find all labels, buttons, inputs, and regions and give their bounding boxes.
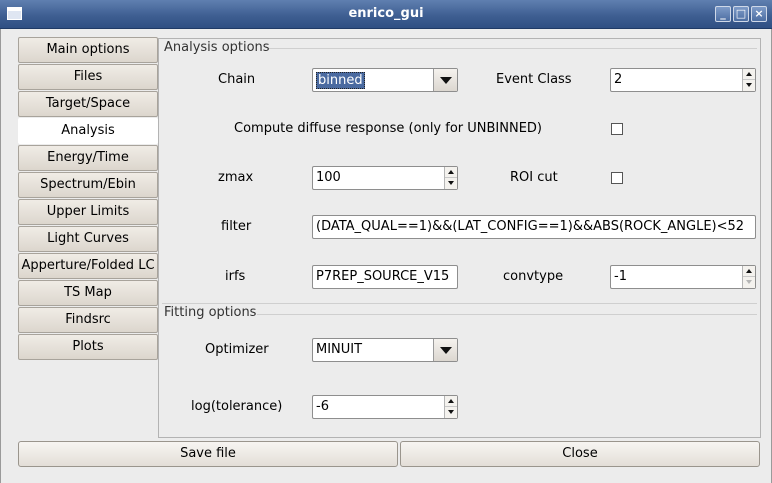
chevron-down-icon[interactable] bbox=[433, 69, 457, 91]
zmax-value: 100 bbox=[316, 170, 341, 185]
spin-up-icon[interactable] bbox=[445, 167, 457, 178]
analysis-panel: Analysis options Chain binned Event Clas… bbox=[158, 38, 761, 438]
close-button[interactable]: Close bbox=[400, 441, 760, 467]
analysis-group-title: Analysis options bbox=[164, 40, 270, 55]
spin-up-icon[interactable] bbox=[445, 396, 457, 407]
save-file-button[interactable]: Save file bbox=[18, 441, 398, 467]
convtype-spinbox[interactable]: -1 bbox=[610, 265, 756, 289]
group-divider bbox=[257, 314, 757, 315]
spin-buttons bbox=[742, 69, 755, 91]
tab-main-options[interactable]: Main options bbox=[18, 37, 158, 63]
title-bar: enrico_gui _ □ × bbox=[0, 0, 772, 29]
tab-ts-map[interactable]: TS Map bbox=[18, 280, 158, 306]
spin-up-icon[interactable] bbox=[743, 266, 755, 277]
event-class-label: Event Class bbox=[496, 72, 572, 87]
spin-down-icon[interactable] bbox=[743, 80, 755, 91]
tab-target-space[interactable]: Target/Space bbox=[18, 91, 158, 117]
spin-down-icon[interactable] bbox=[743, 277, 755, 288]
zmax-spinbox[interactable]: 100 bbox=[312, 166, 458, 190]
roi-cut-checkbox[interactable] bbox=[611, 172, 623, 184]
optimizer-label: Optimizer bbox=[205, 342, 269, 357]
filter-value: (DATA_QUAL==1)&&(LAT_CONFIG==1)&&ABS(ROC… bbox=[316, 219, 745, 234]
tolerance-spinbox[interactable]: -6 bbox=[312, 395, 458, 419]
spin-down-icon[interactable] bbox=[445, 407, 457, 418]
chain-value: binned bbox=[316, 72, 365, 89]
event-class-spinbox[interactable]: 2 bbox=[610, 68, 756, 92]
spin-up-icon[interactable] bbox=[743, 69, 755, 80]
irfs-input[interactable]: P7REP_SOURCE_V15 bbox=[312, 265, 458, 289]
chain-label: Chain bbox=[218, 72, 256, 87]
irfs-value: P7REP_SOURCE_V15 bbox=[316, 269, 450, 284]
tab-plots[interactable]: Plots bbox=[18, 334, 158, 360]
filter-label: filter bbox=[221, 219, 252, 234]
spin-buttons bbox=[444, 396, 457, 418]
tab-energy-time[interactable]: Energy/Time bbox=[18, 145, 158, 171]
diffuse-response-label: Compute diffuse response (only for UNBIN… bbox=[234, 121, 543, 136]
sidebar-tabs: Main options Files Target/Space Analysis… bbox=[18, 37, 158, 361]
tolerance-value: -6 bbox=[316, 399, 329, 414]
optimizer-value: MINUIT bbox=[316, 342, 363, 357]
maximize-icon[interactable]: □ bbox=[733, 6, 749, 22]
convtype-value: -1 bbox=[614, 269, 627, 284]
spin-buttons bbox=[444, 167, 457, 189]
spin-down-icon[interactable] bbox=[445, 178, 457, 189]
minimize-icon[interactable]: _ bbox=[715, 6, 731, 22]
tolerance-label: log(tolerance) bbox=[191, 399, 283, 414]
optimizer-select[interactable]: MINUIT bbox=[312, 338, 458, 362]
chevron-down-icon[interactable] bbox=[433, 339, 457, 361]
window-title: enrico_gui bbox=[348, 6, 424, 21]
irfs-label: irfs bbox=[225, 269, 246, 284]
main-window: Main options Files Target/Space Analysis… bbox=[0, 29, 772, 483]
tab-findsrc[interactable]: Findsrc bbox=[18, 307, 158, 333]
convtype-label: convtype bbox=[503, 269, 564, 284]
group-divider bbox=[269, 48, 757, 49]
tab-spectrum-ebin[interactable]: Spectrum/Ebin bbox=[18, 172, 158, 198]
filter-input[interactable]: (DATA_QUAL==1)&&(LAT_CONFIG==1)&&ABS(ROC… bbox=[312, 215, 756, 239]
fitting-group-title: Fitting options bbox=[164, 305, 257, 320]
tab-light-curves[interactable]: Light Curves bbox=[18, 226, 158, 252]
section-separator bbox=[162, 303, 757, 304]
close-window-icon[interactable]: × bbox=[751, 6, 767, 22]
event-class-value: 2 bbox=[614, 72, 623, 87]
tab-analysis[interactable]: Analysis bbox=[18, 118, 158, 144]
tab-upper-limits[interactable]: Upper Limits bbox=[18, 199, 158, 225]
zmax-label: zmax bbox=[218, 170, 254, 185]
spin-buttons bbox=[742, 266, 755, 288]
tab-files[interactable]: Files bbox=[18, 64, 158, 90]
tab-apperture-folded-lc[interactable]: Apperture/Folded LC bbox=[18, 253, 158, 279]
roi-cut-label: ROI cut bbox=[510, 170, 558, 185]
diffuse-response-checkbox[interactable] bbox=[611, 123, 623, 135]
chain-select[interactable]: binned bbox=[312, 68, 458, 92]
